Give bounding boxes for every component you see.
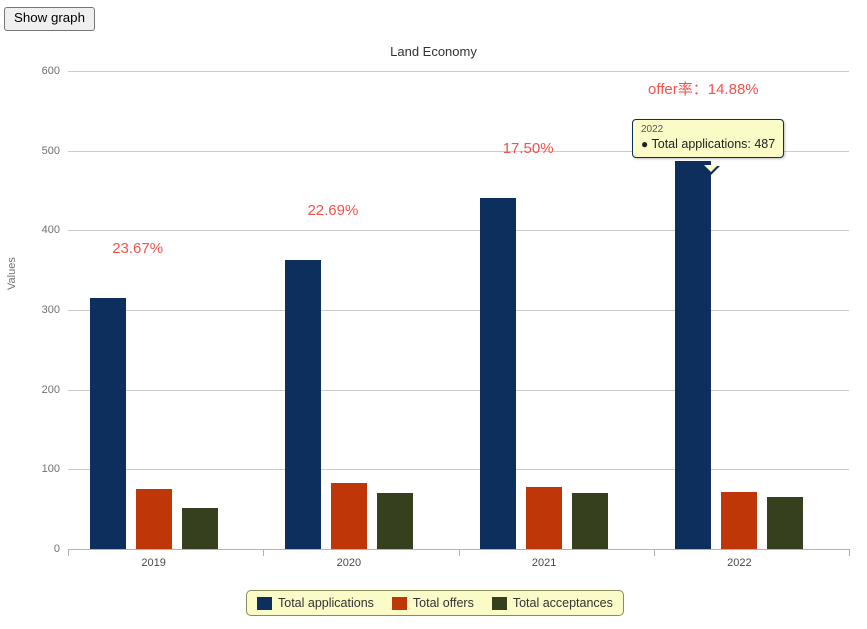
x-tick-label-2019: 2019 bbox=[141, 557, 166, 569]
bar-2021-offers[interactable] bbox=[526, 486, 563, 549]
bar-2020-applications[interactable] bbox=[284, 259, 321, 549]
y-tick-label: 400 bbox=[41, 224, 60, 237]
legend-swatch-icon bbox=[491, 596, 507, 610]
y-tick-label: 100 bbox=[41, 463, 60, 476]
legend-item[interactable]: Total offers bbox=[391, 596, 474, 610]
bar-2020-acceptances[interactable] bbox=[376, 493, 413, 549]
tooltip-row-value: 487 bbox=[754, 137, 776, 151]
x-tick-label-2022: 2022 bbox=[727, 557, 752, 569]
offer-rate-label: offer率：14.88% bbox=[648, 81, 759, 98]
bar-2022-acceptances[interactable] bbox=[767, 497, 804, 549]
percent-label-2019: 23.67% bbox=[112, 240, 164, 258]
bar-2019-applications[interactable] bbox=[89, 298, 126, 549]
legend-swatch-icon bbox=[391, 596, 407, 610]
bar-2020-offers[interactable] bbox=[330, 482, 367, 549]
x-tick-mark bbox=[458, 549, 460, 556]
bar-2019-offers[interactable] bbox=[135, 489, 172, 549]
y-tick-label: 600 bbox=[41, 65, 60, 77]
x-tick-label-2021: 2021 bbox=[531, 557, 557, 569]
legend-label: Total applications bbox=[278, 596, 374, 610]
y-axis-ticks: 600 500 400 300 200 100 0 bbox=[8, 65, 60, 555]
legend-item[interactable]: Total acceptances bbox=[491, 596, 613, 610]
chart-legend: Total applications Total offers Total acce… bbox=[246, 590, 624, 616]
bullet-icon: ● bbox=[641, 137, 649, 151]
tooltip-header: 2022 bbox=[641, 124, 664, 135]
bar-2019-acceptances[interactable] bbox=[181, 508, 218, 549]
y-tick-label: 200 bbox=[41, 383, 60, 396]
bar-2021-acceptances[interactable] bbox=[572, 493, 609, 549]
y-tick-label: 0 bbox=[53, 543, 60, 555]
legend-swatch-icon bbox=[257, 596, 272, 610]
legend-label: Total acceptances bbox=[512, 596, 613, 610]
y-tick-label: 300 bbox=[41, 304, 60, 316]
percent-label-2020: 22.69% bbox=[307, 201, 359, 219]
x-tick-mark bbox=[653, 549, 655, 556]
tooltip-row: ● Total applications: 487 bbox=[641, 137, 775, 151]
bar-2022-offers[interactable] bbox=[721, 491, 758, 549]
bar-2022-applications[interactable] bbox=[675, 161, 712, 549]
data-tooltip: 2022 ● Total applications: 487 bbox=[632, 119, 784, 158]
legend-label: Total offers bbox=[412, 596, 474, 610]
bar-chart: Land Economy Values 600 500 400 300 200 100 0 … bbox=[0, 0, 867, 629]
x-tick-label-2020: 2020 bbox=[336, 557, 362, 569]
x-tick-mark bbox=[849, 549, 850, 556]
y-tick-label: 500 bbox=[41, 144, 60, 157]
chart-title: Land Economy bbox=[390, 44, 477, 59]
tooltip-arrow-inner bbox=[704, 165, 718, 172]
legend-item[interactable]: Total applications bbox=[257, 596, 374, 610]
percent-label-2021: 17.50% bbox=[502, 140, 554, 158]
x-tick-mark bbox=[263, 549, 265, 556]
x-tick-mark bbox=[68, 549, 69, 556]
bar-2021-applications[interactable] bbox=[480, 198, 517, 549]
tooltip-row-label: Total applications: bbox=[651, 137, 751, 151]
